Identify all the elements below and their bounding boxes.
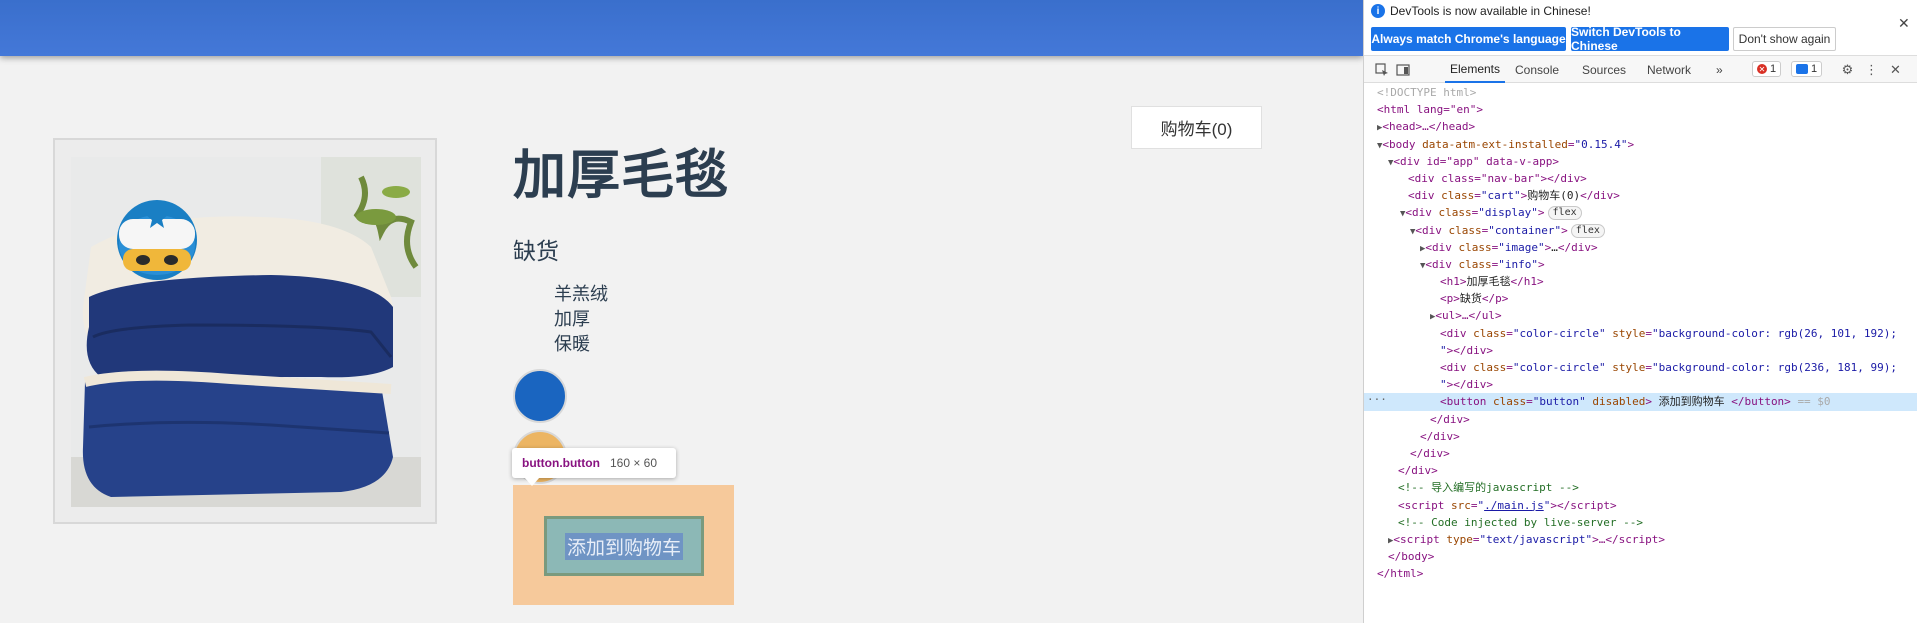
- app-viewport: 购物车(0) 加厚毛毯 缺货 羊羔绒 加厚 保暖 添加到购物车 button.b…: [0, 0, 1363, 623]
- tree-line[interactable]: ▶<ul>…</ul>: [1364, 307, 1917, 324]
- more-tabs-icon[interactable]: »: [1716, 56, 1723, 83]
- tree-line[interactable]: ▼<div class="container"> flex: [1364, 222, 1917, 239]
- tab-console[interactable]: Console: [1515, 56, 1559, 83]
- infobar-message: DevTools is now available in Chinese!: [1390, 4, 1591, 18]
- tooltip-arrow: [524, 477, 540, 486]
- switch-chinese-button[interactable]: Switch DevTools to Chinese: [1571, 25, 1729, 53]
- tree-line[interactable]: <div class="color-circle" style="backgro…: [1364, 325, 1917, 342]
- tree-line[interactable]: <!-- 导入编写的javascript -->: [1364, 479, 1917, 496]
- gear-icon[interactable]: ⚙: [1840, 62, 1855, 77]
- devtools-toolbar: Elements Console Sources Network » ✕ 1 1 …: [1364, 56, 1917, 83]
- message-count-badge[interactable]: 1: [1791, 61, 1823, 77]
- tree-line[interactable]: </html>: [1364, 565, 1917, 582]
- kebab-menu-icon[interactable]: ⋮: [1864, 62, 1879, 77]
- tab-elements[interactable]: Elements: [1445, 56, 1505, 83]
- devtools-panel: i DevTools is now available in Chinese! …: [1363, 0, 1917, 623]
- dont-show-again-button[interactable]: Don't show again: [1733, 27, 1836, 51]
- tree-line[interactable]: </div>: [1364, 462, 1917, 479]
- tab-sources[interactable]: Sources: [1582, 56, 1626, 83]
- tree-line[interactable]: <script src="./main.js"></script>: [1364, 497, 1917, 514]
- tree-line[interactable]: <!DOCTYPE html>: [1364, 84, 1917, 101]
- tooltip-selector: button.button: [522, 456, 600, 470]
- flex-badge[interactable]: flex: [1570, 223, 1605, 238]
- product-title: 加厚毛毯: [513, 145, 729, 206]
- tree-line[interactable]: ▶<div class="image">…</div>: [1364, 239, 1917, 256]
- tree-line[interactable]: ▼<div id="app" data-v-app>: [1364, 153, 1917, 170]
- close-devtools-icon[interactable]: ✕: [1888, 62, 1903, 77]
- tree-line[interactable]: <div class="color-circle" style="backgro…: [1364, 359, 1917, 376]
- tree-line[interactable]: <div class="cart">购物车(0)</div>: [1364, 187, 1917, 204]
- tree-line[interactable]: </div>: [1364, 445, 1917, 462]
- close-icon[interactable]: ✕: [1898, 15, 1910, 32]
- script-src-link[interactable]: ./main.js: [1484, 499, 1544, 512]
- feature-item: 加厚: [554, 309, 590, 330]
- color-circle-blue[interactable]: [513, 369, 567, 423]
- add-to-cart-button[interactable]: 添加到购物车: [547, 519, 701, 573]
- tree-line[interactable]: <!-- Code injected by live-server -->: [1364, 514, 1917, 531]
- tree-line[interactable]: ▼<div class="display"> flex: [1364, 204, 1917, 221]
- elements-tree: <!DOCTYPE html> <html lang="en"> ▶<head>…: [1364, 84, 1917, 582]
- feature-item: 羊羔绒: [554, 284, 608, 305]
- inspect-tooltip: button.button 160 × 60: [512, 448, 676, 478]
- feature-item: 保暖: [554, 334, 590, 355]
- feature-list: 羊羔绒 加厚 保暖: [554, 282, 608, 357]
- tree-line[interactable]: </body>: [1364, 548, 1917, 565]
- info-icon: i: [1371, 4, 1385, 18]
- tree-line[interactable]: <h1>加厚毛毯</h1>: [1364, 273, 1917, 290]
- error-count-badge[interactable]: ✕ 1: [1752, 61, 1782, 77]
- message-icon: [1796, 64, 1808, 74]
- devtools-infobar: i DevTools is now available in Chinese! …: [1364, 0, 1917, 56]
- tree-line-selected[interactable]: ··· <button class="button" disabled> 添加到购…: [1364, 391, 1917, 411]
- inspect-icon[interactable]: [1374, 62, 1389, 77]
- tab-network[interactable]: Network: [1647, 56, 1691, 83]
- stock-status: 缺货: [513, 239, 559, 265]
- tree-line[interactable]: "></div>: [1364, 342, 1917, 359]
- flex-badge[interactable]: flex: [1547, 206, 1582, 221]
- tree-line[interactable]: ▼<body data-atm-ext-installed="0.15.4">: [1364, 136, 1917, 153]
- tree-line[interactable]: <div class="nav-bar"></div>: [1364, 170, 1917, 187]
- tree-line[interactable]: ▶<head>…</head>: [1364, 118, 1917, 135]
- tree-line[interactable]: "></div>: [1364, 376, 1917, 393]
- add-to-cart-label: 添加到购物车: [564, 532, 683, 560]
- device-toggle-icon[interactable]: [1395, 62, 1410, 77]
- tree-line[interactable]: <html lang="en">: [1364, 101, 1917, 118]
- tree-line[interactable]: </div>: [1364, 428, 1917, 445]
- tooltip-size: 160 × 60: [609, 456, 658, 470]
- nav-bar: [0, 0, 1363, 56]
- tree-line[interactable]: </div>: [1364, 411, 1917, 428]
- tree-line[interactable]: <p>缺货</p>: [1364, 290, 1917, 307]
- more-options-icon[interactable]: ···: [1367, 391, 1387, 408]
- tree-line[interactable]: ▼<div class="info">: [1364, 256, 1917, 273]
- tree-line[interactable]: ▶<script type="text/javascript">…</scrip…: [1364, 531, 1917, 548]
- match-language-button[interactable]: Always match Chrome's language: [1371, 27, 1566, 51]
- cart-button[interactable]: 购物车(0): [1131, 106, 1262, 149]
- product-image-frame: [53, 138, 437, 524]
- product-image: [71, 157, 421, 507]
- error-icon: ✕: [1757, 64, 1767, 74]
